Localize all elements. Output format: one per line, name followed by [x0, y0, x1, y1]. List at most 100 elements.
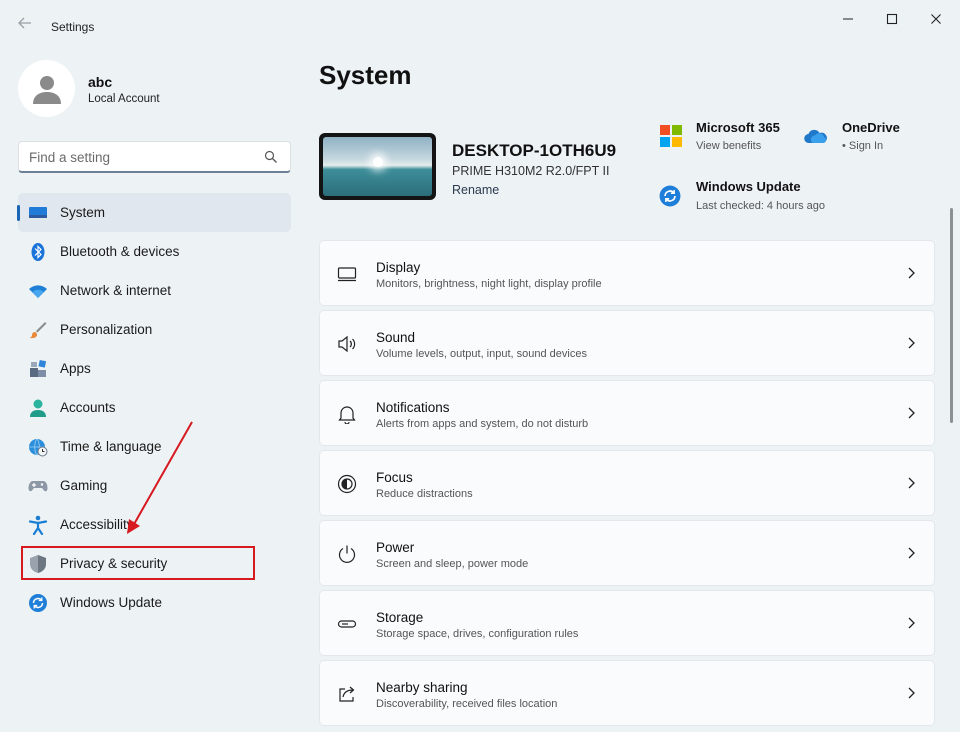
chevron-right-icon: [908, 337, 915, 349]
card-subtitle: Screen and sleep, power mode: [376, 558, 529, 570]
cloud-icon: [804, 129, 827, 144]
device-model: PRIME H310M2 R2.0/FPT II: [452, 164, 610, 178]
chevron-right-icon: [908, 547, 915, 559]
minimize-icon: [843, 18, 853, 20]
sidebar-item-label: Windows Update: [60, 595, 163, 610]
sidebar-item-personalization[interactable]: Personalization: [18, 310, 291, 349]
focus-icon: [337, 474, 357, 494]
quick-link-subtitle: Last checked: 4 hours ago: [696, 200, 826, 212]
chevron-right-icon: [908, 407, 915, 419]
card-subtitle: Volume levels, output, input, sound devi…: [376, 348, 587, 360]
card-title: Display: [376, 260, 421, 275]
wallpaper-preview: [323, 137, 432, 196]
sidebar-item-label: Personalization: [60, 322, 153, 337]
settings-card-storage[interactable]: Storage Storage space, drives, configura…: [319, 590, 935, 656]
card-title: Sound: [376, 330, 416, 345]
sidebar-item-network[interactable]: Network & internet: [18, 271, 291, 310]
card-title: Notifications: [376, 400, 450, 415]
user-name: abc: [88, 74, 113, 90]
accessibility-icon: [28, 515, 48, 535]
sidebar-item-label: Bluetooth & devices: [60, 244, 180, 259]
avatar: [18, 60, 75, 117]
globe-clock-icon: [29, 438, 48, 457]
quick-link-subtitle: • Sign In: [842, 140, 884, 152]
sidebar-item-label: Accounts: [60, 400, 116, 415]
storage-icon: [337, 620, 357, 628]
monitor-icon: [29, 207, 47, 218]
update-icon: [29, 594, 47, 612]
device-name: DESKTOP-1OTH6U9: [452, 141, 617, 160]
close-icon: [931, 14, 941, 24]
back-button[interactable]: [14, 16, 36, 36]
card-title: Nearby sharing: [376, 680, 468, 695]
bell-icon: [338, 406, 356, 424]
settings-card-display[interactable]: Display Monitors, brightness, night ligh…: [319, 240, 935, 306]
bluetooth-icon: [31, 243, 45, 261]
chevron-right-icon: [908, 617, 915, 629]
title-bar: Settings: [0, 0, 960, 48]
account-type: Local Account: [88, 93, 160, 105]
paintbrush-icon: [29, 322, 47, 339]
settings-card-sound[interactable]: Sound Volume levels, output, input, soun…: [319, 310, 935, 376]
search-input[interactable]: [29, 147, 259, 167]
sidebar-item-accounts[interactable]: Accounts: [18, 388, 291, 427]
sidebar-item-time-language[interactable]: Time & language: [18, 427, 291, 466]
sidebar-item-apps[interactable]: Apps: [18, 349, 291, 388]
maximize-button[interactable]: [872, 8, 912, 30]
power-icon: [338, 545, 356, 563]
person-icon: [30, 399, 46, 417]
update-icon: [659, 185, 681, 207]
device-thumbnail: [319, 133, 436, 200]
sidebar-item-label: Network & internet: [60, 283, 172, 298]
chevron-right-icon: [908, 687, 915, 699]
quick-link-onedrive[interactable]: OneDrive • Sign In: [804, 118, 934, 158]
close-button[interactable]: [916, 8, 956, 30]
card-title: Power: [376, 540, 415, 555]
sidebar-item-label: Time & language: [60, 439, 162, 454]
microsoft-logo-icon: [660, 125, 682, 147]
sidebar-item-gaming[interactable]: Gaming: [18, 466, 291, 505]
card-subtitle: Reduce distractions: [376, 488, 473, 500]
quick-link-subtitle: View benefits: [696, 140, 762, 152]
chevron-right-icon: [908, 477, 915, 489]
quick-link-windows-update[interactable]: Windows Update Last checked: 4 hours ago: [658, 177, 858, 217]
sidebar-item-label: Apps: [60, 361, 91, 376]
rename-link[interactable]: Rename: [452, 183, 499, 197]
maximize-icon: [886, 13, 898, 25]
card-subtitle: Storage space, drives, configuration rul…: [376, 628, 579, 640]
settings-card-power[interactable]: Power Screen and sleep, power mode: [319, 520, 935, 586]
share-icon: [339, 686, 355, 702]
card-title: Focus: [376, 470, 413, 485]
search-icon[interactable]: [264, 150, 278, 164]
app-title: Settings: [51, 20, 95, 34]
page-title: System: [319, 60, 412, 90]
annotation-highlight-box: [21, 546, 255, 580]
speaker-icon: [338, 335, 356, 353]
search-box[interactable]: [18, 141, 291, 173]
person-avatar-icon: [32, 75, 61, 104]
sidebar-item-system[interactable]: System: [17, 193, 291, 232]
arrow-left-icon: [18, 17, 31, 29]
card-subtitle: Monitors, brightness, night light, displ…: [376, 278, 602, 290]
settings-card-notifications[interactable]: Notifications Alerts from apps and syste…: [319, 380, 935, 446]
quick-link-title: Microsoft 365: [696, 120, 780, 135]
sidebar-item-label: Accessibility: [60, 517, 134, 532]
settings-card-focus[interactable]: Focus Reduce distractions: [319, 450, 935, 516]
sidebar-item-windows-update[interactable]: Windows Update: [18, 583, 291, 622]
minimize-button[interactable]: [828, 8, 868, 30]
sidebar-item-label: Gaming: [60, 478, 108, 493]
display-icon: [337, 267, 357, 282]
card-subtitle: Alerts from apps and system, do not dist…: [376, 418, 589, 430]
quick-link-microsoft365[interactable]: Microsoft 365 View benefits: [658, 118, 798, 158]
wifi-icon: [29, 285, 47, 298]
scrollbar-thumb[interactable]: [950, 208, 953, 423]
user-profile[interactable]: abc Local Account: [18, 60, 288, 120]
sidebar-item-bluetooth[interactable]: Bluetooth & devices: [18, 232, 291, 271]
quick-link-title: OneDrive: [842, 120, 900, 135]
chevron-right-icon: [908, 267, 915, 279]
sidebar-item-accessibility[interactable]: Accessibility: [18, 505, 291, 544]
sidebar-item-label: System: [60, 205, 106, 220]
settings-card-nearby-sharing[interactable]: Nearby sharing Discoverability, received…: [319, 660, 935, 726]
quick-link-title: Windows Update: [696, 179, 801, 194]
card-subtitle: Discoverability, received files location: [376, 698, 558, 710]
